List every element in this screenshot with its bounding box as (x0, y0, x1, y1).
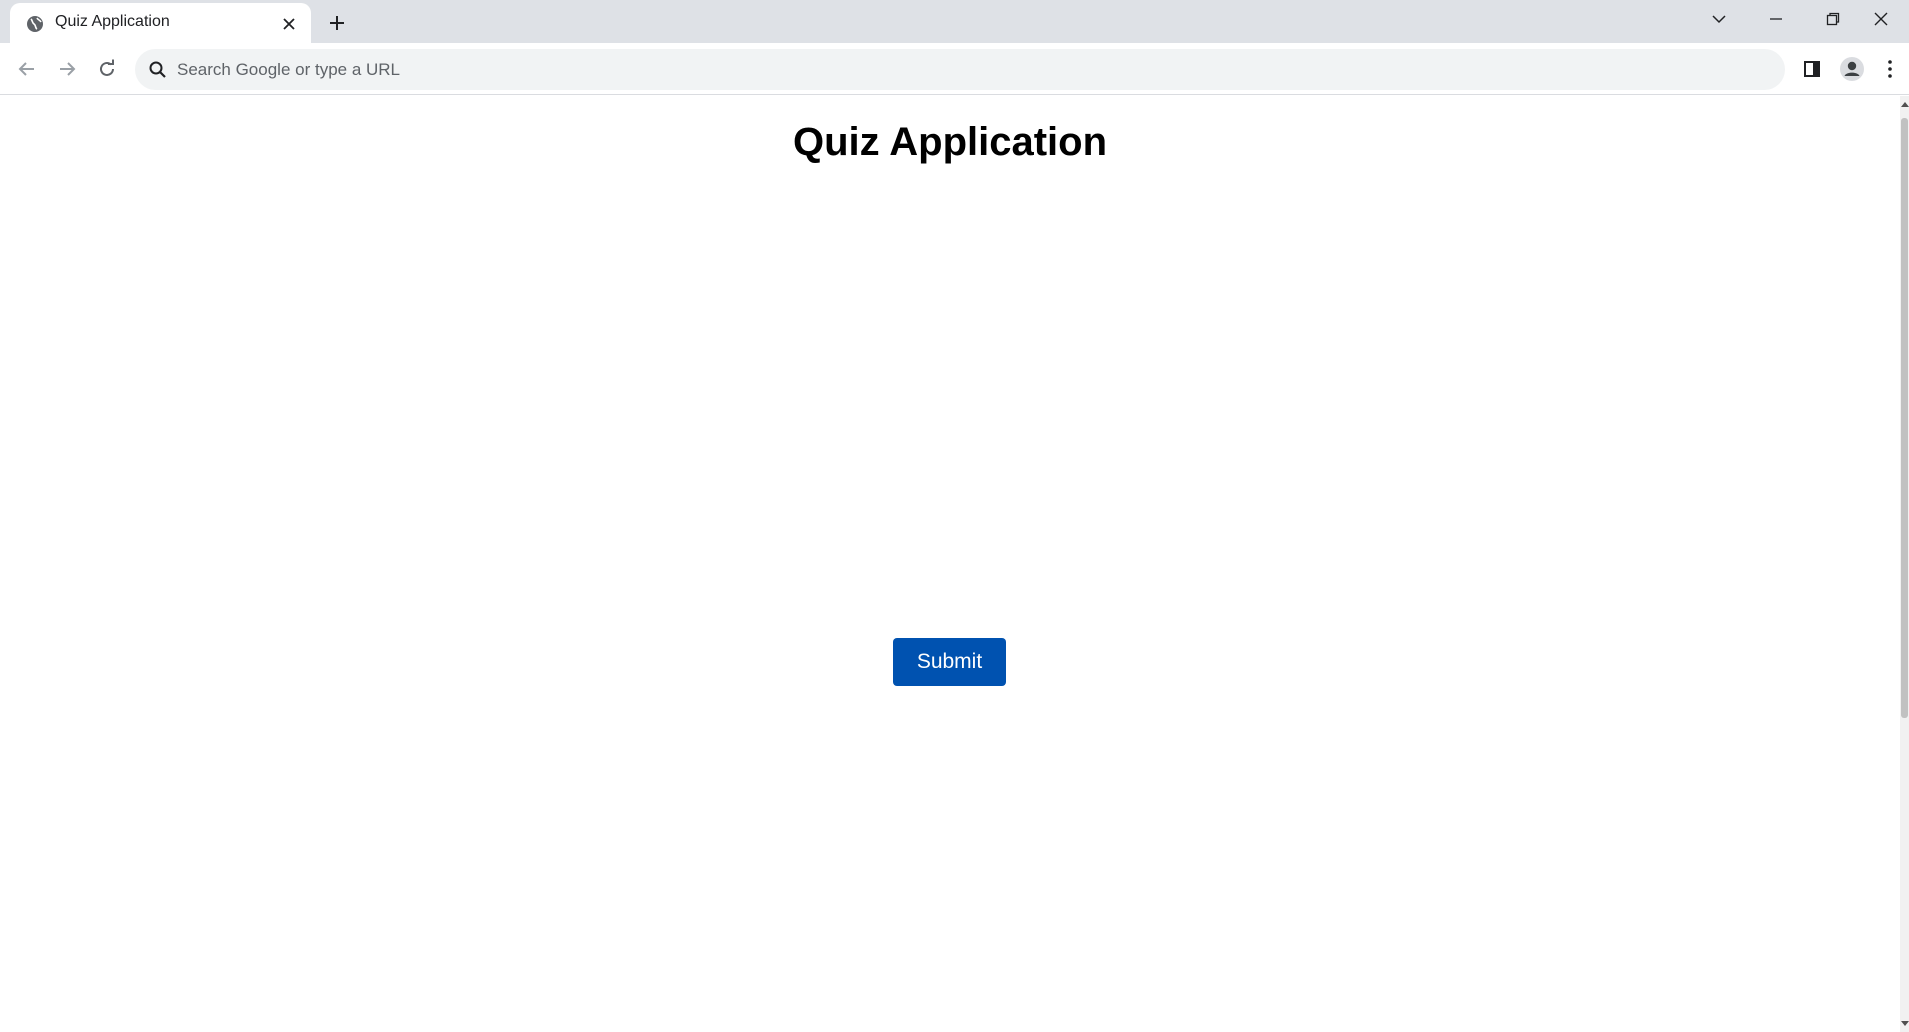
kebab-menu-icon[interactable] (1875, 52, 1905, 86)
tab-title: Quiz Application (55, 13, 170, 30)
tab-quiz-application[interactable]: Quiz Application (10, 3, 311, 43)
forward-arrow-icon[interactable] (50, 52, 84, 86)
vertical-scrollbar[interactable] (1900, 96, 1909, 1032)
scrollbar-thumb[interactable] (1901, 118, 1908, 718)
search-icon (149, 61, 166, 78)
profile-icon[interactable] (1835, 52, 1869, 86)
globe-icon (27, 16, 43, 32)
browser-window: Quiz Application Search Google or type a… (0, 0, 1909, 1032)
submit-button[interactable]: Submit (893, 638, 1006, 686)
chevron-down-icon[interactable] (1691, 0, 1747, 38)
page-viewport: Quiz Application Submit (0, 96, 1900, 1032)
scroll-up-arrow-icon[interactable] (1901, 102, 1909, 107)
tab-strip: Quiz Application (0, 0, 1909, 43)
plus-icon[interactable] (323, 9, 351, 37)
minimize-icon[interactable] (1748, 0, 1804, 38)
scroll-down-arrow-icon[interactable] (1901, 1021, 1909, 1026)
close-icon[interactable] (278, 13, 300, 35)
reload-icon[interactable] (90, 52, 124, 86)
browser-toolbar (0, 43, 1909, 95)
page-title: Quiz Application (792, 120, 1108, 164)
side-panel-icon[interactable] (1795, 52, 1829, 86)
back-arrow-icon[interactable] (10, 52, 44, 86)
close-window-icon[interactable] (1853, 0, 1909, 38)
address-bar[interactable] (135, 49, 1785, 90)
address-input[interactable] (177, 49, 1757, 90)
